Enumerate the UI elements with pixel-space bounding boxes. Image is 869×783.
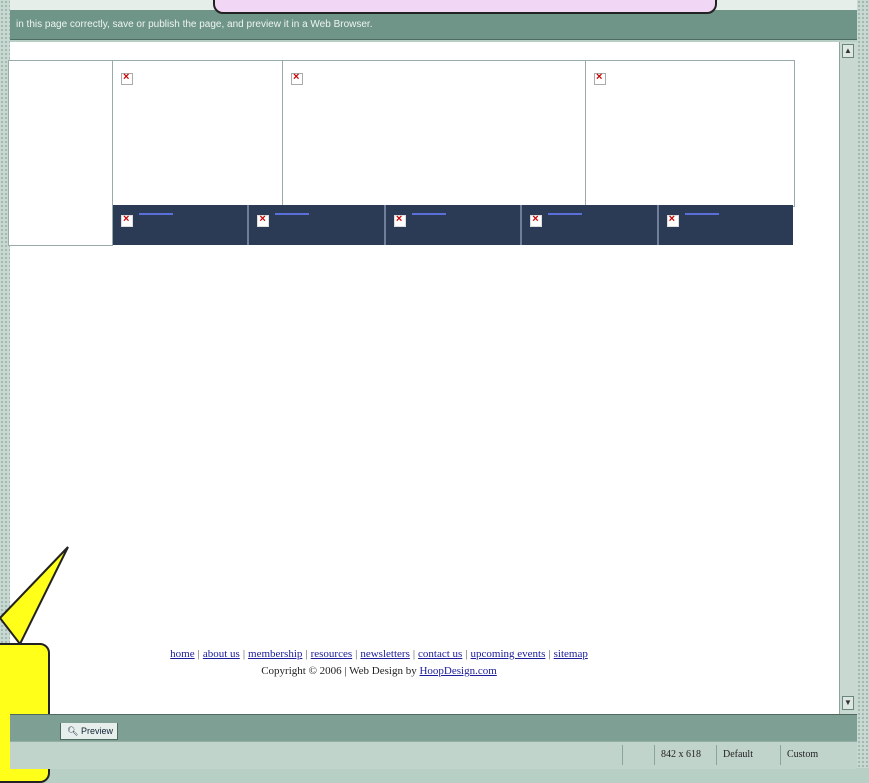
broken-image-icon (530, 213, 543, 227)
footer-link-about[interactable]: about us (203, 648, 240, 660)
footer-link-sitemap[interactable]: sitemap (554, 648, 588, 660)
footer-separator: | (465, 648, 468, 660)
scroll-up-button[interactable]: ▲ (842, 44, 854, 58)
footer-link-contact[interactable]: contact us (418, 648, 462, 660)
footer-separator: | (242, 648, 246, 660)
nav-link[interactable] (548, 213, 583, 215)
footer-link-events[interactable]: upcoming events (471, 648, 546, 660)
footer-separator: | (412, 648, 416, 660)
status-bar: 842 x 618 Default Custom (10, 741, 857, 769)
nav-link[interactable] (139, 213, 173, 215)
dimensions-text: 842 x 618 (661, 749, 701, 760)
callout-top-box (213, 0, 717, 14)
designer-link[interactable]: HoopDesign.com (419, 665, 496, 677)
broken-image-icon (666, 213, 679, 227)
magnifier-icon: 🔍︎ (67, 726, 79, 736)
custom-text: Custom (787, 749, 819, 760)
footer-links: home | about us | membership | resources | newsl… (10, 648, 748, 660)
info-bar-message: in this page correctly, save or publish … (16, 19, 373, 30)
view-tabs-bar: 🔍︎ Preview (10, 714, 857, 741)
callout-tail (0, 546, 69, 646)
tab-preview-label: Preview (80, 726, 113, 736)
footer-separator: | (197, 648, 200, 660)
nav-link[interactable] (684, 213, 719, 215)
broken-image-icon (257, 213, 270, 227)
status-custom[interactable]: Custom (780, 745, 850, 765)
broken-image-icon (121, 213, 133, 227)
copyright: Copyright © 2006 | Web Design by HoopDes… (10, 665, 748, 677)
info-bar: in this page correctly, save or publish … (10, 10, 857, 40)
left-cell (8, 60, 113, 246)
status-spacer (622, 745, 654, 765)
footer-link-home[interactable]: home (170, 648, 194, 660)
default-text: Default (723, 749, 753, 760)
broken-image-icon (291, 71, 303, 85)
nav-item[interactable] (386, 205, 523, 245)
nav-link[interactable] (411, 213, 446, 215)
broken-image-icon (594, 71, 606, 85)
status-dimensions[interactable]: 842 x 618 (654, 745, 716, 765)
tab-preview[interactable]: 🔍︎ Preview (60, 723, 118, 740)
vertical-scrollbar[interactable]: ▲ ▼ (839, 42, 857, 714)
footer-link-membership[interactable]: membership (248, 648, 302, 660)
footer-separator: | (355, 648, 358, 660)
footer-link-newsletters[interactable]: newsletters (360, 648, 409, 660)
header-cell-2 (282, 60, 586, 207)
copyright-text: Copyright © 2006 | Web Design by (261, 665, 420, 677)
footer-link-resources[interactable]: resources (311, 648, 353, 660)
scroll-down-button[interactable]: ▼ (842, 696, 854, 710)
nav-item[interactable] (113, 205, 250, 245)
header-cell-3 (585, 60, 795, 207)
footer-separator: | (548, 648, 551, 660)
nav-item[interactable] (249, 205, 386, 245)
broken-image-icon (121, 71, 133, 85)
nav-item[interactable] (522, 205, 659, 245)
right-border-pattern (857, 0, 869, 768)
nav-link[interactable] (275, 213, 310, 215)
design-canvas[interactable]: home|about us|membership|resources|newsl… (8, 42, 839, 714)
nav-row (113, 205, 793, 245)
nav-item[interactable] (659, 205, 793, 245)
header-cell-1 (112, 60, 283, 207)
status-default[interactable]: Default (716, 745, 780, 765)
footer-separator: | (305, 648, 308, 660)
broken-image-icon (393, 213, 406, 227)
